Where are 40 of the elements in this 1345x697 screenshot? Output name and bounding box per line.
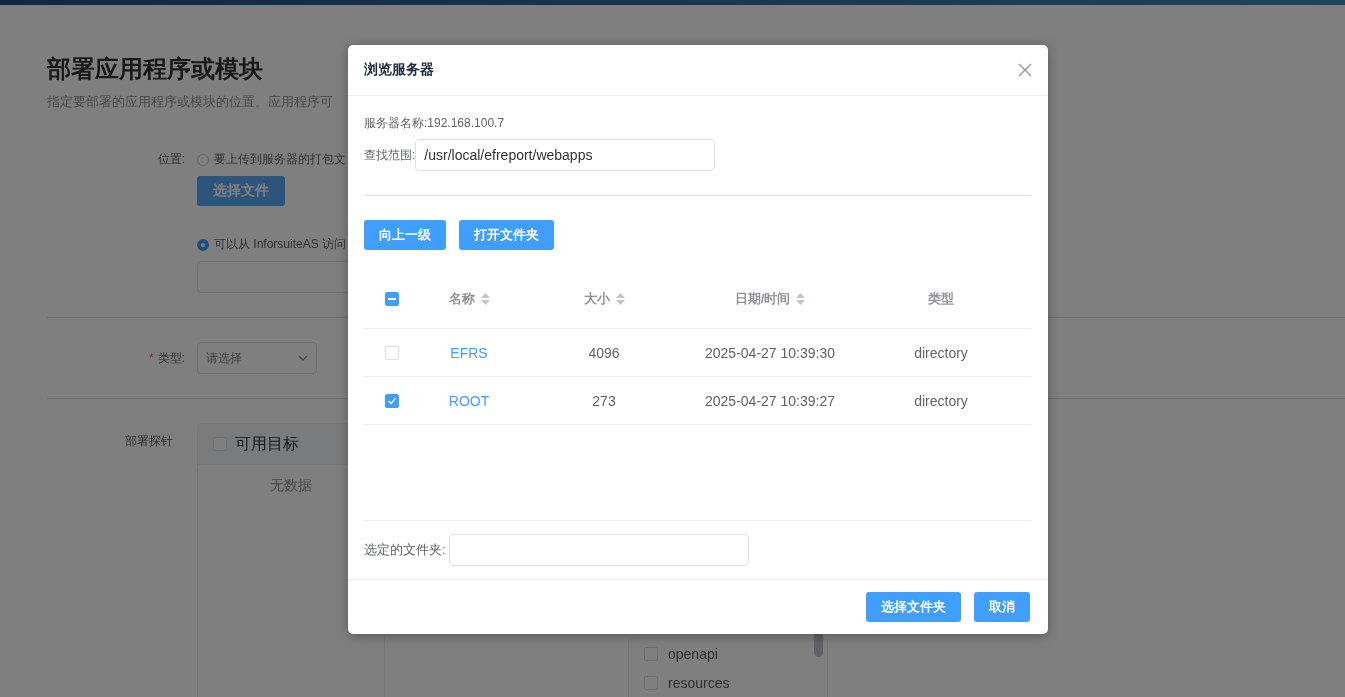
dialog-title: 浏览服务器 [364,61,434,79]
table-cell: directory [914,392,968,409]
type-label: * 类型: [149,349,185,367]
chevron-icon [298,355,308,361]
sort-icon[interactable] [796,292,806,305]
table-cell: 4096 [588,344,620,361]
scope-field[interactable]: /usr/local/efreport/webapps [415,139,716,171]
table-cell: 2025-04-27 10:39:27 [705,392,835,409]
footer-button[interactable]: 选择文件夹 [866,592,961,622]
checkbox[interactable] [385,393,399,408]
selected-folder-label: 选定的文件夹: [364,541,446,559]
column-header[interactable]: 大小 [583,289,610,308]
column-header[interactable]: 名称 [448,289,475,308]
checkbox[interactable] [385,291,399,306]
access-radio[interactable]: 可以从 InforsuiteAS 访问 [197,236,347,253]
minus-icon [388,297,396,300]
sort-icon[interactable] [615,292,625,305]
scope-label: 查找范围: [364,146,416,164]
toolbar-button[interactable]: 打开文件夹 [459,220,554,250]
type-select[interactable]: 请选择 [197,342,317,374]
column-header[interactable]: 类型 [928,289,954,308]
table-cell: directory [914,344,968,361]
probe-label: 部署探针 [125,433,173,450]
location-label: 位置: [157,151,185,168]
folder-link[interactable]: EFRS [450,344,488,361]
toolbar-button[interactable]: 向上一级 [364,220,446,250]
sort-icon[interactable] [480,292,490,305]
upload-radio[interactable]: 要上传到服务器的打包文 [197,151,346,168]
table-cell: 2025-04-27 10:39:30 [705,344,835,361]
column-header[interactable]: 日期/时间 [734,289,791,308]
list-item[interactable]: openapi [668,645,718,662]
folder-link[interactable]: ROOT [448,392,490,409]
footer-button[interactable]: 取消 [974,592,1030,622]
panel-title: 可用目标 [235,433,299,454]
server-name: 服务器名称:192.168.100.7 [364,115,506,132]
close-icon[interactable] [1018,63,1032,77]
page-title: 部署应用程序或模块 [47,54,263,84]
table-cell: 273 [592,392,616,409]
list-item[interactable]: resources [668,674,730,691]
selected-folder-field[interactable] [448,534,749,566]
